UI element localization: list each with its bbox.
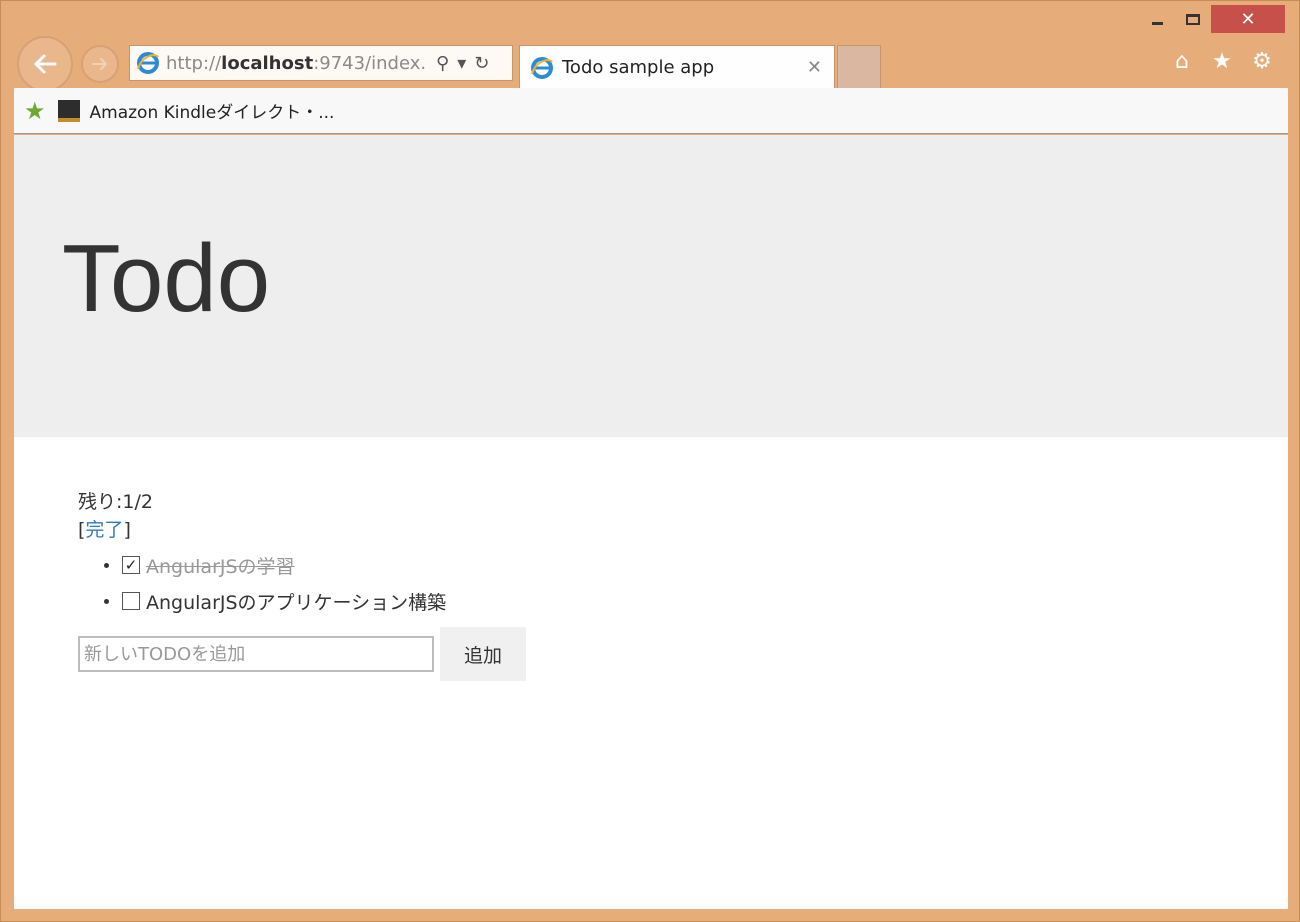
gear-icon[interactable]: ⚙ [1251,49,1273,74]
maximize-icon [1186,13,1200,25]
todo-content: 残り:1/2 [完了] ✓ AngularJSの学習 AngularJSのアプリ… [14,437,1288,681]
url-text[interactable]: http://localhost:9743/index. [166,53,428,74]
maximize-button[interactable] [1175,5,1211,33]
todo-list: ✓ AngularJSの学習 AngularJSのアプリケーション構築 [104,547,1288,619]
kindle-icon [57,99,80,122]
todo-text: AngularJSの学習 [146,555,295,578]
archive-link[interactable]: 完了 [85,519,123,541]
add-favorite-icon[interactable]: ★ [24,97,46,125]
page-viewport: Todo 残り:1/2 [完了] ✓ AngularJSの学習 AngularJ… [14,135,1288,909]
search-icon[interactable]: ⚲ [436,53,449,74]
favorite-item-amazon-kindle[interactable]: Amazon Kindleダイレクト・... [90,98,335,123]
favorites-bar: ★ Amazon Kindleダイレクト・... [14,88,1288,134]
todo-checkbox[interactable]: ✓ [122,556,140,574]
todo-checkbox[interactable] [122,592,140,610]
close-window-button[interactable]: ✕ [1211,5,1285,33]
favorites-star-icon[interactable]: ★ [1211,49,1233,74]
tab-title: Todo sample app [562,57,715,78]
jumbotron: Todo [14,135,1288,437]
refresh-icon[interactable]: ↻ [474,53,489,74]
home-icon[interactable]: ⌂ [1171,49,1193,74]
todo-item: AngularJSのアプリケーション構築 [104,583,1288,619]
chevron-down-icon[interactable]: ▾ [457,53,466,74]
todo-item: ✓ AngularJSの学習 [104,547,1288,583]
page-title: Todo [62,225,271,332]
minimize-button[interactable] [1139,5,1175,33]
new-tab-button[interactable] [837,45,881,89]
archive-row: [完了] [78,519,131,541]
close-icon: ✕ [1240,8,1256,30]
tab-favicon-icon [530,56,554,80]
forward-button[interactable] [81,45,119,83]
add-button[interactable]: 追加 [440,627,526,681]
todo-text: AngularJSのアプリケーション構築 [146,591,447,614]
add-todo-form: 追加 [78,627,1288,681]
remaining-count: 残り:1/2 [78,491,153,513]
window-controls: ✕ [1139,5,1285,35]
minimize-icon [1151,21,1163,25]
back-button[interactable] [17,36,73,92]
browser-toolbar: ⌂ ★ ⚙ [1171,49,1273,74]
ie-logo-icon [136,51,160,75]
forward-arrow-icon [92,58,107,70]
new-todo-input[interactable] [78,636,434,672]
back-arrow-icon [34,54,57,74]
close-tab-icon[interactable]: ✕ [807,57,822,78]
browser-window: ✕ http://localhost:9743/index. ⚲ ▾ ↻ Tod… [0,0,1300,922]
address-bar[interactable]: http://localhost:9743/index. ⚲ ▾ ↻ [129,45,513,81]
tab-todo-sample-app[interactable]: Todo sample app ✕ [519,45,835,89]
